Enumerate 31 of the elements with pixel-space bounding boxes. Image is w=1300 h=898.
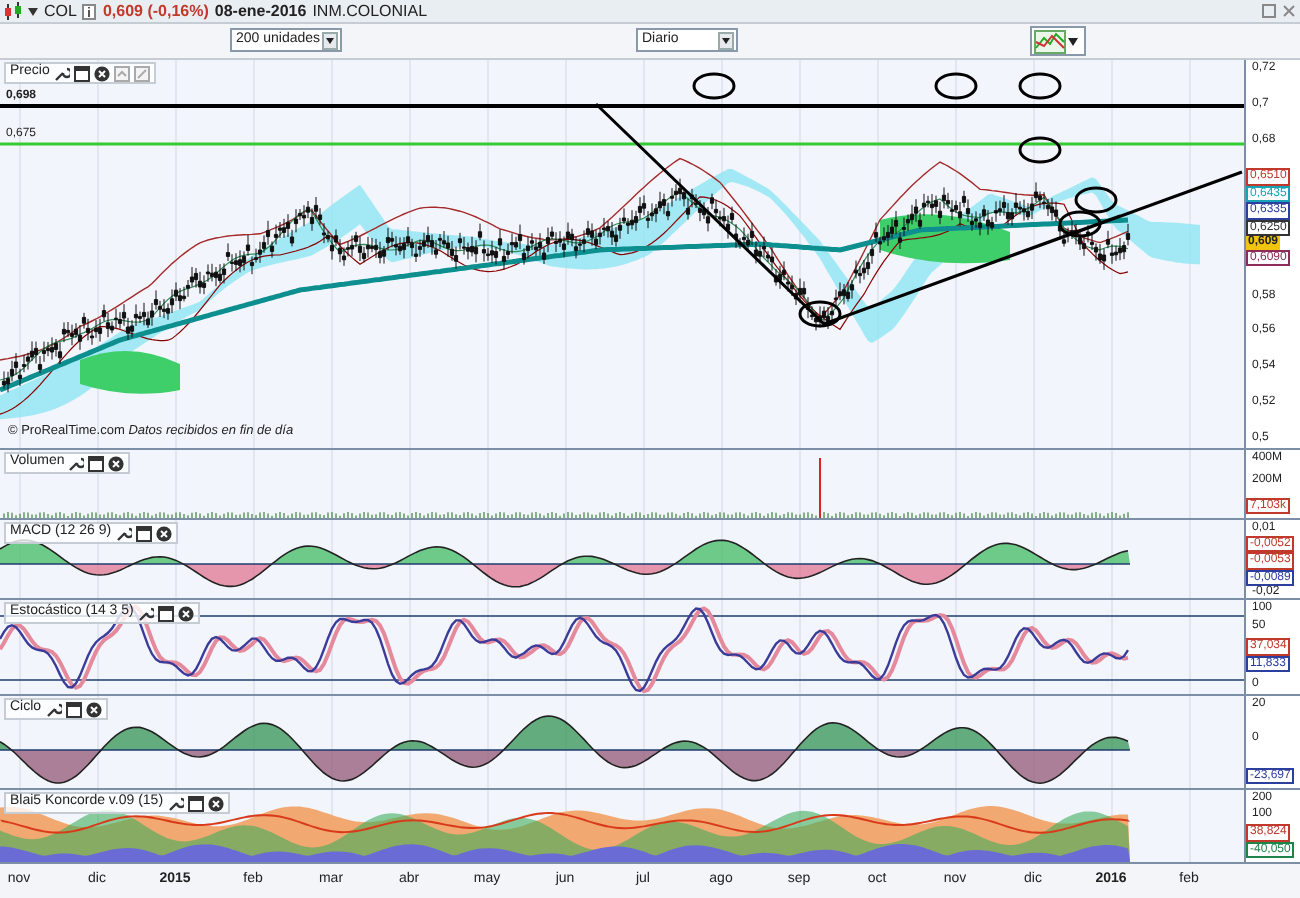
wrench-icon[interactable] xyxy=(115,525,132,541)
close-icon[interactable] xyxy=(207,795,224,811)
close-icon[interactable] xyxy=(85,701,102,717)
window-icon[interactable] xyxy=(88,455,105,471)
minimize-icon[interactable] xyxy=(1262,4,1276,18)
wrench-icon[interactable] xyxy=(53,65,70,81)
window-icon[interactable] xyxy=(65,701,82,717)
window-icon[interactable] xyxy=(157,605,174,621)
caret-icon[interactable] xyxy=(28,7,38,15)
candlestick-icon xyxy=(4,1,22,21)
close-icon[interactable] xyxy=(93,65,110,81)
close-icon[interactable] xyxy=(155,525,172,541)
close-icon[interactable] xyxy=(177,605,194,621)
symbol: COL xyxy=(44,0,77,23)
window-icon[interactable] xyxy=(135,525,152,541)
info-icon[interactable] xyxy=(82,3,97,19)
close-icon[interactable] xyxy=(108,455,125,471)
instrument-name: INM.COLONIAL xyxy=(312,0,428,23)
quote-date: 08-ene-2016 xyxy=(214,0,307,23)
wrench-icon[interactable] xyxy=(167,795,184,811)
window-icon[interactable] xyxy=(187,795,204,811)
wrench-icon[interactable] xyxy=(45,701,62,717)
window-icon[interactable] xyxy=(73,65,90,81)
chart-type-button[interactable] xyxy=(1030,26,1086,56)
caret-icon xyxy=(1068,37,1078,45)
caret-icon xyxy=(322,31,338,49)
wrench-icon[interactable] xyxy=(137,605,154,621)
price-change: 0,609 (-0,16%) xyxy=(102,0,209,23)
caret-icon xyxy=(718,31,734,49)
wrench-icon[interactable] xyxy=(68,455,85,471)
line-chart-icon xyxy=(1034,29,1066,53)
